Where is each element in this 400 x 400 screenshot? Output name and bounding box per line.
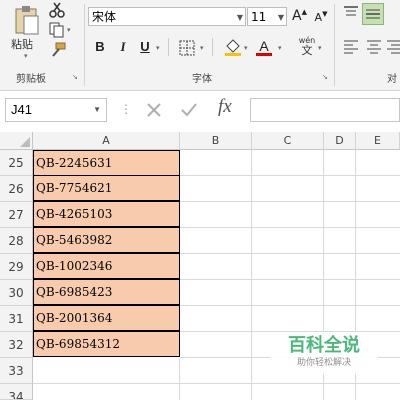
font-color-swatch	[256, 53, 272, 56]
borders-icon[interactable]	[179, 40, 195, 56]
clipboard-group-label: 剪贴板	[16, 74, 46, 85]
row-header[interactable]: 25	[0, 150, 33, 176]
cell-a30[interactable]: QB-6985423	[33, 279, 180, 305]
row-header[interactable]: 28	[0, 228, 33, 254]
cell-a27[interactable]: QB-4265103	[33, 201, 180, 227]
watermark-title: 百科全说	[288, 335, 360, 356]
group-separator	[84, 4, 85, 86]
align-center-icon[interactable]	[366, 40, 382, 54]
font-color-dropdown-arrow[interactable]: ▾	[278, 44, 282, 52]
name-box-value: J41	[11, 102, 32, 117]
chevron-down-icon: ▼	[93, 105, 101, 114]
column-header-c[interactable]: C	[252, 132, 324, 150]
clipboard-dialog-launcher[interactable]: ↘	[72, 73, 78, 81]
group-separator	[334, 4, 335, 86]
row-header[interactable]: 27	[0, 202, 33, 228]
fill-color-icon[interactable]	[224, 38, 242, 56]
shrink-font-button[interactable]: A▼	[314, 10, 328, 25]
underline-dropdown-arrow[interactable]: ▾	[156, 44, 160, 52]
cell-a29[interactable]: QB-1002346	[33, 253, 180, 279]
font-size-value: 11	[251, 10, 267, 24]
phonetic-guide-button[interactable]: wén 文	[296, 36, 318, 58]
copy-dropdown-arrow[interactable]: ▾	[67, 26, 71, 34]
cell-a28[interactable]: QB-5463982	[33, 227, 180, 253]
paste-label: 粘贴	[11, 38, 33, 51]
cell-a26[interactable]: QB-7754621	[33, 175, 180, 201]
gridline	[180, 201, 400, 202]
gridline	[180, 305, 400, 306]
gridline	[180, 175, 400, 176]
fill-color-dropdown-arrow[interactable]: ▾	[244, 44, 248, 52]
gridline	[179, 358, 180, 400]
chevron-down-icon: ▼	[277, 13, 284, 22]
ribbon-separator	[168, 38, 169, 56]
font-name-value: 宋体	[92, 10, 117, 24]
ribbon-separator	[212, 38, 213, 56]
font-size-combo[interactable]: 11 ▼	[247, 7, 287, 26]
column-header-a[interactable]: A	[33, 132, 180, 150]
chevron-down-icon: ▼	[236, 13, 243, 22]
font-name-combo[interactable]: 宋体 ▼	[88, 7, 246, 26]
grow-font-button[interactable]: A▲	[292, 8, 307, 24]
formula-bar-grip-icon: ⋮	[120, 102, 132, 116]
ribbon: 粘贴 ▾ ▾ 剪贴板 ↘ 宋体 ▼ 11 ▼ A▲ A▼ B I U ▾ ▾ ▾…	[0, 0, 400, 91]
column-header-d[interactable]: D	[324, 132, 356, 150]
gridline	[251, 150, 252, 400]
font-dialog-launcher[interactable]: ↘	[322, 73, 328, 81]
underline-button[interactable]: U	[138, 39, 152, 54]
phonetic-dropdown-arrow[interactable]: ▾	[318, 44, 322, 52]
cut-icon[interactable]	[49, 2, 65, 18]
align-right-icon[interactable]	[386, 40, 400, 54]
row-header[interactable]: 34	[0, 384, 33, 400]
row-header[interactable]: 30	[0, 280, 33, 306]
paste-dropdown-arrow: ▾	[24, 52, 28, 60]
cell-a31[interactable]: QB-2001364	[33, 305, 180, 331]
gridline	[180, 383, 400, 384]
insert-function-button[interactable]: fx	[218, 96, 242, 122]
cancel-icon[interactable]	[146, 102, 162, 118]
copy-icon[interactable]	[49, 22, 65, 38]
column-header-e[interactable]: E	[356, 132, 400, 150]
row-header[interactable]: 33	[0, 358, 33, 384]
gridline	[180, 253, 400, 254]
alignment-group-label: 对	[387, 74, 397, 85]
formula-input[interactable]	[250, 98, 400, 122]
gridline	[180, 279, 400, 280]
font-group-label: 字体	[192, 74, 212, 85]
name-box[interactable]: J41 ▼	[5, 98, 107, 122]
select-all-corner[interactable]	[0, 132, 33, 150]
fx-icon: fx	[218, 96, 232, 117]
cell-a32[interactable]: QB-69854312	[33, 331, 180, 357]
font-color-letter: A	[259, 38, 269, 54]
paste-button[interactable]: 粘贴 ▾	[8, 2, 46, 60]
font-color-button[interactable]: A	[256, 36, 272, 56]
row-header[interactable]: 26	[0, 176, 33, 202]
cell-a25[interactable]: QB-2245631	[33, 150, 180, 176]
watermark-subtitle: 助你轻松解决	[296, 358, 351, 368]
row-header[interactable]: 32	[0, 332, 33, 358]
italic-button[interactable]: I	[116, 39, 130, 55]
middle-align-icon	[366, 9, 380, 19]
phonetic-glyph: 文	[301, 44, 313, 57]
column-header-b[interactable]: B	[180, 132, 252, 150]
align-left-icon[interactable]	[343, 40, 359, 54]
gridline	[180, 227, 400, 228]
top-align-icon[interactable]	[343, 6, 359, 20]
watermark: 百科全说 助你轻松解决	[270, 332, 378, 374]
row-header[interactable]: 29	[0, 254, 33, 280]
enter-check-icon[interactable]	[180, 102, 198, 118]
row-header[interactable]: 31	[0, 306, 33, 332]
gridline	[33, 383, 180, 384]
format-painter-icon[interactable]	[49, 42, 67, 58]
borders-dropdown-arrow[interactable]: ▾	[200, 44, 204, 52]
bold-button[interactable]: B	[93, 39, 107, 54]
middle-align-button[interactable]	[362, 3, 384, 25]
paste-icon	[15, 6, 39, 35]
